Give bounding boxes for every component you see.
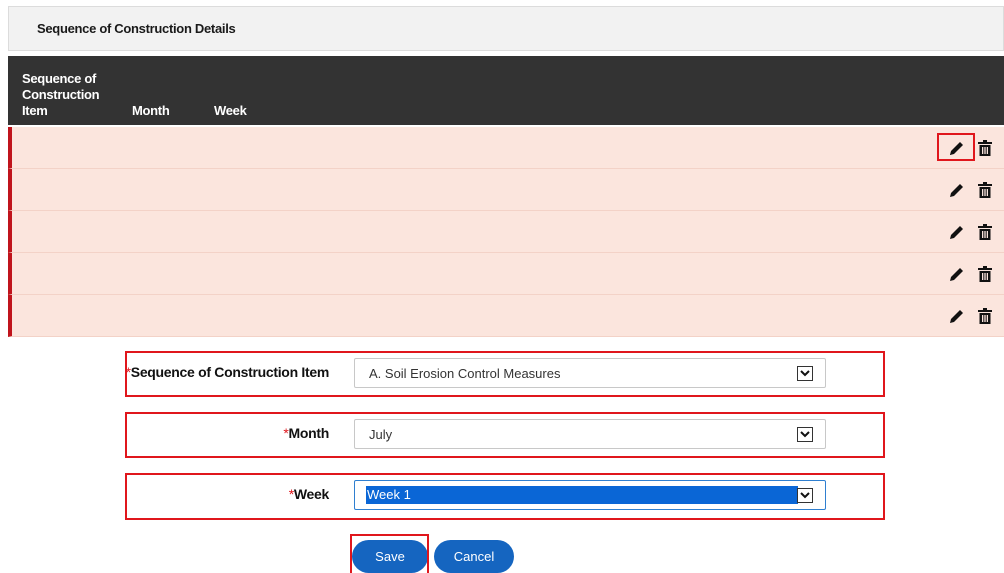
trash-icon (978, 140, 992, 156)
pencil-icon (950, 142, 963, 155)
trash-icon (978, 266, 992, 282)
pencil-icon (950, 268, 963, 281)
section-title: Sequence of Construction Details (37, 21, 236, 36)
grid-header: Sequence of Construction Item Month Week (8, 56, 1004, 125)
column-header-month[interactable]: Month (132, 103, 170, 119)
edit-button[interactable] (946, 179, 968, 201)
week-select[interactable]: Week 1 (354, 480, 826, 510)
table-row[interactable] (8, 295, 1004, 337)
month-select-value: July (369, 427, 393, 442)
trash-icon (978, 308, 992, 324)
item-select[interactable]: A. Soil Erosion Control Measures (354, 358, 826, 388)
delete-button[interactable] (974, 263, 996, 285)
column-header-item[interactable]: Sequence of Construction Item (22, 71, 122, 119)
chevron-down-icon[interactable] (797, 366, 813, 381)
delete-button[interactable] (974, 221, 996, 243)
edit-button[interactable] (946, 221, 968, 243)
table-row[interactable] (8, 211, 1004, 253)
form-row-month: *Month July (125, 412, 885, 458)
cancel-button[interactable]: Cancel (434, 540, 514, 573)
form-row-week: *Week Week 1 (125, 473, 885, 519)
form-row-item: *Sequence of Construction Item A. Soil E… (125, 351, 885, 397)
week-select-value: Week 1 (366, 486, 798, 504)
week-label: *Week (288, 486, 330, 502)
chevron-down-icon[interactable] (797, 488, 813, 503)
item-label: *Sequence of Construction Item (125, 364, 330, 380)
delete-button[interactable] (974, 305, 996, 327)
pencil-icon (950, 310, 963, 323)
month-label: *Month (283, 425, 329, 441)
delete-button[interactable] (974, 179, 996, 201)
edit-button[interactable] (946, 305, 968, 327)
pencil-icon (950, 226, 963, 239)
pencil-icon (950, 184, 963, 197)
trash-icon (978, 224, 992, 240)
item-select-value: A. Soil Erosion Control Measures (369, 366, 561, 381)
section-header: Sequence of Construction Details (8, 6, 1004, 51)
trash-icon (978, 182, 992, 198)
edit-button[interactable] (946, 137, 968, 159)
month-select[interactable]: July (354, 419, 826, 449)
save-button[interactable]: Save (352, 540, 428, 573)
delete-button[interactable] (974, 137, 996, 159)
table-row[interactable] (8, 127, 1004, 169)
edit-button[interactable] (946, 263, 968, 285)
table-row[interactable] (8, 169, 1004, 211)
table-row[interactable] (8, 253, 1004, 295)
chevron-down-icon[interactable] (797, 427, 813, 442)
column-header-week[interactable]: Week (214, 103, 247, 119)
